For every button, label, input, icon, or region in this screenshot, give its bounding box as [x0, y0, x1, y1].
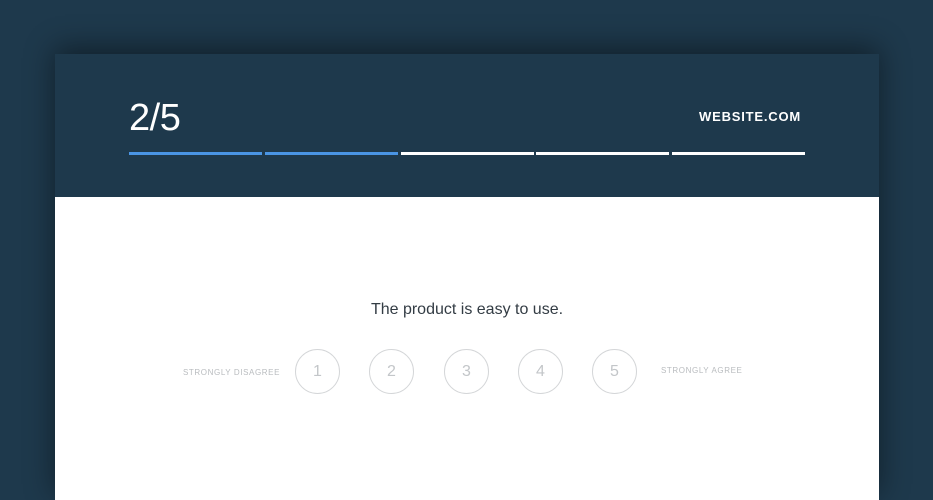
rating-option-5[interactable]: 5: [592, 349, 637, 394]
survey-card: 2/5 WEBSITE.COM The product is easy to u…: [55, 54, 879, 500]
progress-bar: [129, 152, 805, 155]
progress-segment-4: [536, 152, 670, 155]
step-counter: 2/5: [129, 97, 181, 139]
rating-option-1[interactable]: 1: [295, 349, 340, 394]
brand-label: WEBSITE.COM: [699, 109, 801, 124]
question-text: The product is easy to use.: [370, 301, 564, 318]
rating-option-3[interactable]: 3: [444, 349, 489, 394]
progress-segment-1: [129, 152, 262, 155]
rating-option-4[interactable]: 4: [518, 349, 563, 394]
survey-body: The product is easy to use. STRONGLY DIS…: [55, 197, 879, 500]
progress-segment-5: [672, 152, 805, 155]
progress-segment-3: [400, 152, 534, 155]
survey-header: 2/5 WEBSITE.COM: [55, 54, 879, 197]
progress-segment-2: [264, 152, 398, 155]
rating-option-2[interactable]: 2: [369, 349, 414, 394]
scale-max-label: STRONGLY AGREE: [661, 366, 743, 375]
scale-min-label: STRONGLY DISAGREE: [183, 368, 281, 377]
